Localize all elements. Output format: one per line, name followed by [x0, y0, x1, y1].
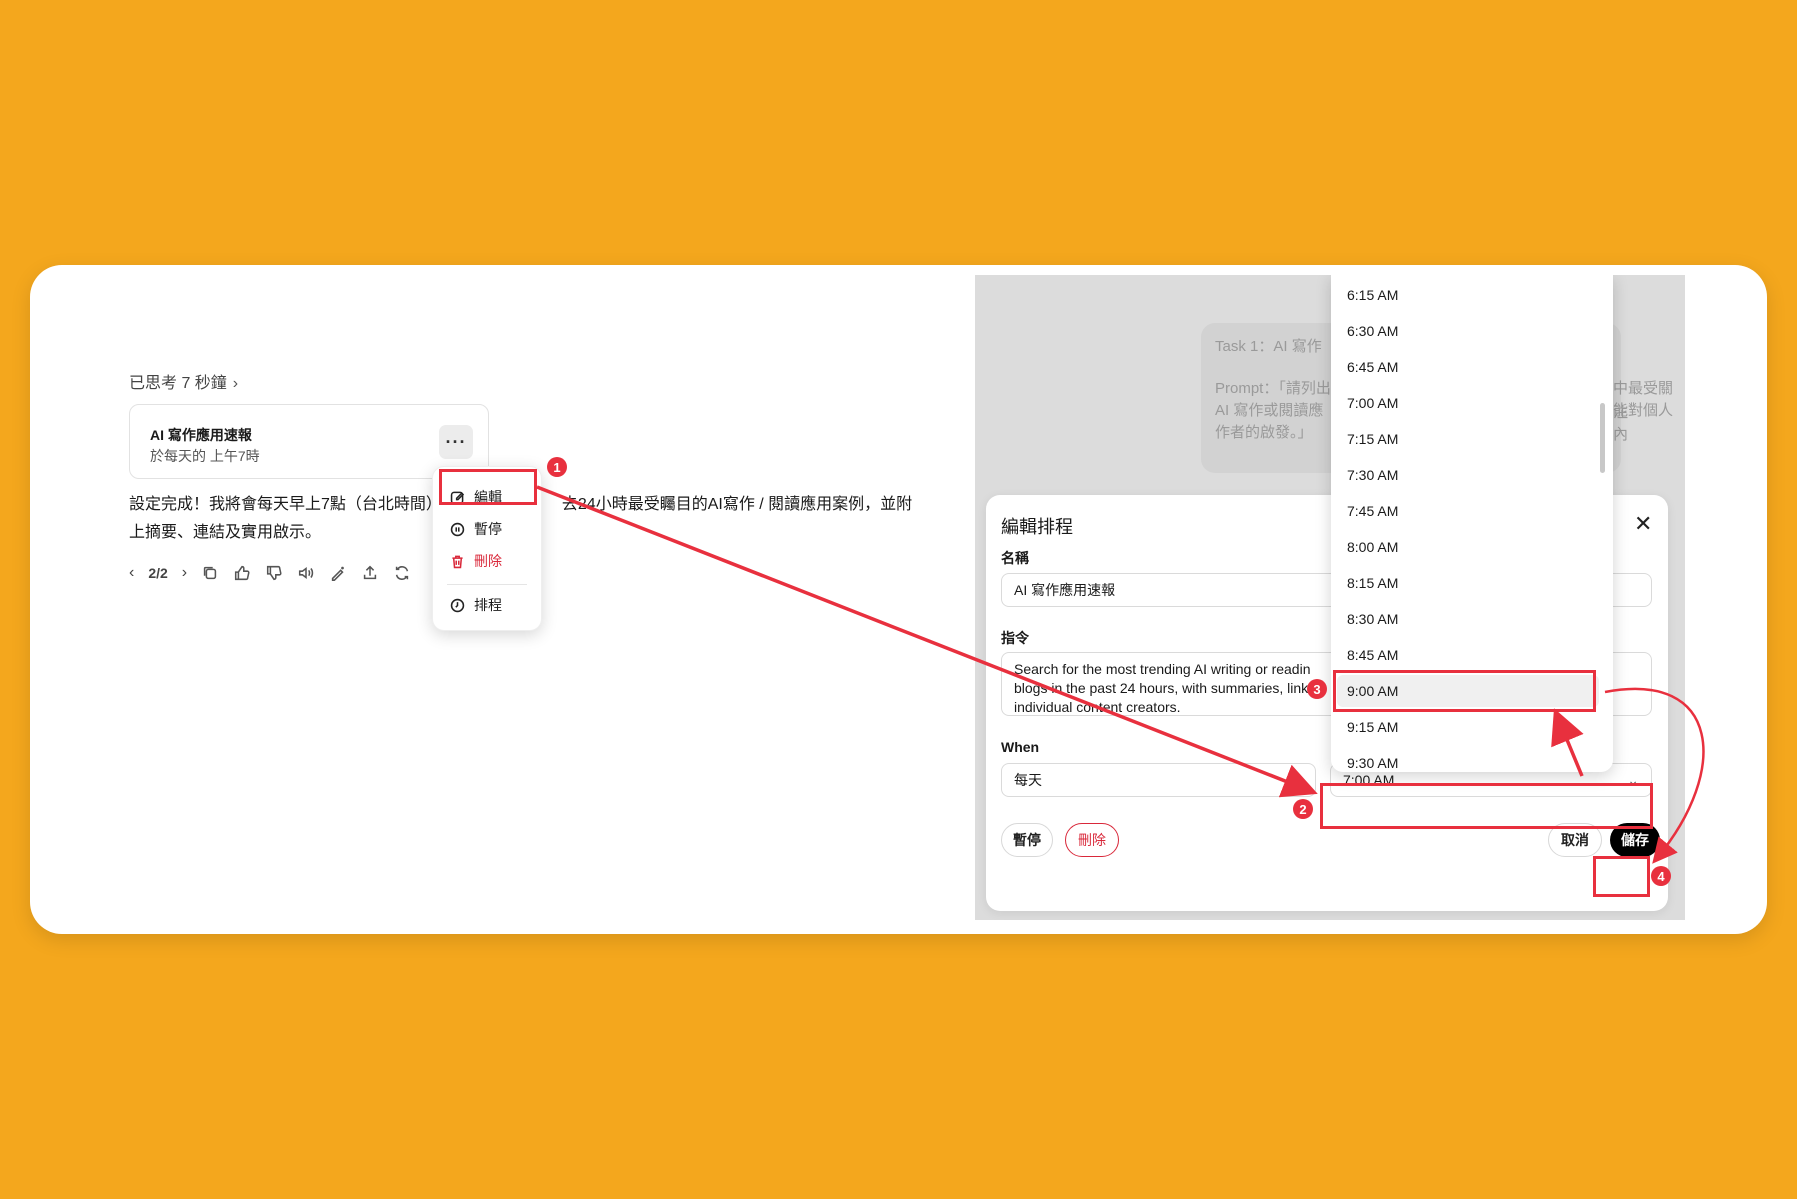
time-option[interactable]: 9:15 AM [1347, 719, 1398, 735]
task-title: AI 寫作應用速報 [150, 427, 252, 443]
time-option[interactable]: 6:45 AM [1347, 359, 1398, 375]
thought-label: 已思考 7 秒鐘 [129, 375, 227, 392]
annotation-box-save [1593, 856, 1650, 897]
task-schedule: 於每天的 上午7時 [150, 448, 260, 464]
copy-icon[interactable] [201, 564, 219, 582]
instruction-line2: blogs in the past 24 hours, with summari… [1014, 680, 1320, 696]
menu-pause-label: 暫停 [474, 521, 502, 537]
name-value: AI 寫作應用速報 [1014, 582, 1116, 598]
reply-line2: 上摘要、連結及實用啟示。 [129, 524, 322, 541]
time-option[interactable]: 7:00 AM [1347, 395, 1398, 411]
thumbs-up-icon[interactable] [233, 564, 251, 582]
time-option[interactable]: 8:45 AM [1347, 647, 1398, 663]
instruction-label: 指令 [1001, 630, 1029, 646]
frequency-value: 每天 [1014, 772, 1042, 788]
close-icon[interactable]: ✕ [1634, 511, 1652, 537]
reply-line1: 設定完成！我將會每天早上7點（台北時間） [129, 496, 442, 513]
annotation-badge-1: 1 [547, 457, 567, 477]
pager: 2/2 [148, 565, 168, 581]
instruction-line3: individual content creators. [1014, 699, 1181, 715]
annotation-badge-3: 3 [1307, 679, 1327, 699]
name-label: 名稱 [1001, 550, 1029, 566]
dialog-title: 編輯排程 [1001, 517, 1073, 537]
time-option[interactable]: 7:30 AM [1347, 467, 1398, 483]
time-option[interactable]: 6:15 AM [1347, 287, 1398, 303]
trash-icon [452, 555, 463, 568]
delete-button[interactable]: 刪除 [1065, 823, 1119, 857]
time-option[interactable]: 8:30 AM [1347, 611, 1398, 627]
annotation-box-time-select [1320, 783, 1653, 829]
time-option[interactable]: 7:15 AM [1347, 431, 1398, 447]
bg-prompt-line1: Prompt：「請列出 [1215, 380, 1331, 397]
main-card: 已思考 7 秒鐘 › AI 寫作應用速報 於每天的 上午7時 ··· 設定完成！我… [30, 265, 1767, 934]
time-option[interactable]: 9:30 AM [1347, 755, 1398, 771]
time-option[interactable]: 6:30 AM [1347, 323, 1398, 339]
time-option[interactable]: 8:00 AM [1347, 539, 1398, 555]
menu-divider [447, 584, 527, 585]
pause-button[interactable]: 暫停 [1001, 823, 1053, 857]
reply-line1b: 去24小時最受矚目的AI寫作 / 閱讀應用案例，並附 [561, 496, 913, 513]
prev-icon[interactable]: ‹ [129, 564, 134, 582]
annotation-box-edit [439, 469, 537, 505]
clock-icon [450, 598, 465, 612]
edit-sparkle-icon[interactable] [329, 564, 347, 582]
thought-toggle[interactable]: 已思考 7 秒鐘 › [129, 369, 238, 393]
annotation-box-9am [1333, 670, 1596, 712]
thumbs-down-icon[interactable] [265, 564, 283, 582]
chevron-right-icon: › [232, 375, 239, 392]
share-icon[interactable] [361, 564, 379, 582]
bg-task-line: Task 1：AI 寫作 [1215, 338, 1322, 355]
menu-item-pause[interactable]: 暫停 [449, 519, 502, 539]
menu-schedule-label: 排程 [474, 597, 502, 613]
speaker-icon[interactable] [297, 564, 315, 582]
pause-circle-icon [450, 522, 465, 536]
menu-item-delete[interactable]: 刪除 [449, 551, 502, 571]
bg-prompt-line2: AI 寫作或閱讀應 [1215, 402, 1324, 419]
instruction-line1: Search for the most trending AI writing … [1014, 661, 1311, 677]
bg-right-line2: 能對個人內 [1613, 402, 1674, 443]
time-option[interactable]: 7:45 AM [1347, 503, 1398, 519]
scheduled-task-card: AI 寫作應用速報 於每天的 上午7時 ··· [129, 404, 489, 479]
frequency-select[interactable]: 每天 [1001, 763, 1316, 797]
annotation-badge-4: 4 [1651, 866, 1671, 886]
menu-delete-label: 刪除 [474, 553, 502, 569]
menu-item-schedule[interactable]: 排程 [449, 595, 502, 615]
bg-prompt-line3: 作者的啟發。」 [1215, 424, 1313, 441]
dropdown-scrollbar[interactable] [1600, 403, 1605, 473]
next-icon[interactable]: › [182, 564, 187, 582]
message-actions: ‹ 2/2 › [129, 564, 411, 582]
regenerate-icon[interactable] [393, 564, 411, 582]
time-option[interactable]: 8:15 AM [1347, 575, 1398, 591]
more-options-button[interactable]: ··· [439, 425, 473, 459]
when-label: When [1001, 739, 1040, 755]
annotation-badge-2: 2 [1293, 799, 1313, 819]
